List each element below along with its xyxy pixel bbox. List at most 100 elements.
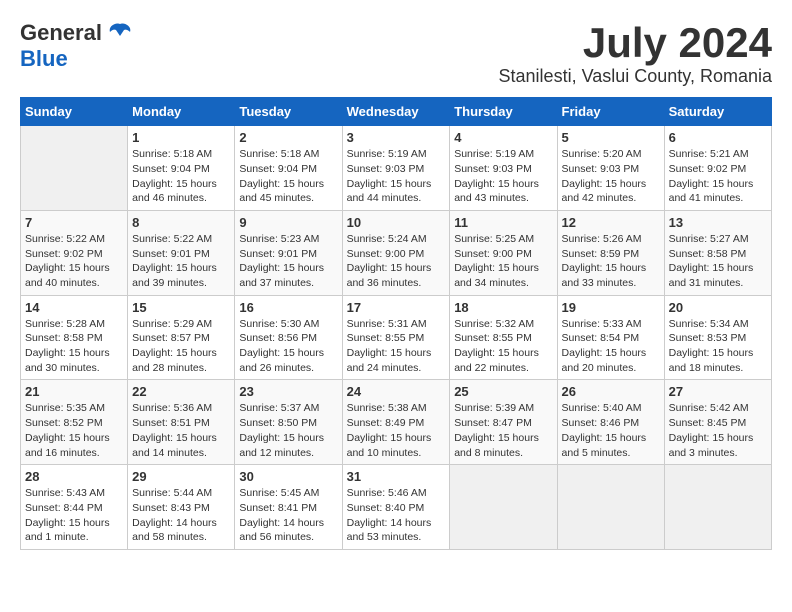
logo-general-text: General bbox=[20, 20, 102, 46]
calendar-cell: 6 Sunrise: 5:21 AM Sunset: 9:02 PM Daylig… bbox=[664, 126, 771, 211]
day-number: 22 bbox=[132, 384, 230, 399]
day-number: 14 bbox=[25, 300, 123, 315]
calendar-cell: 29 Sunrise: 5:44 AM Sunset: 8:43 PM Dayli… bbox=[128, 465, 235, 550]
calendar-cell: 11 Sunrise: 5:25 AM Sunset: 9:00 PM Dayli… bbox=[450, 210, 557, 295]
day-number: 9 bbox=[239, 215, 337, 230]
day-info: Sunrise: 5:35 AM Sunset: 8:52 PM Dayligh… bbox=[25, 401, 123, 460]
day-number: 4 bbox=[454, 130, 552, 145]
week-row-1: 7Sunrise: 5:22 AM Sunset: 9:02 PM Daylig… bbox=[21, 210, 772, 295]
day-number: 8 bbox=[132, 215, 230, 230]
calendar-cell: 5 Sunrise: 5:20 AM Sunset: 9:03 PM Daylig… bbox=[557, 126, 664, 211]
day-info: Sunrise: 5:18 AM Sunset: 9:04 PM Dayligh… bbox=[239, 147, 337, 206]
day-info: Sunrise: 5:33 AM Sunset: 8:54 PM Dayligh… bbox=[562, 317, 660, 376]
header-sunday: Sunday bbox=[21, 98, 128, 126]
header-thursday: Thursday bbox=[450, 98, 557, 126]
calendar-cell: 12 Sunrise: 5:26 AM Sunset: 8:59 PM Dayli… bbox=[557, 210, 664, 295]
day-info: Sunrise: 5:20 AM Sunset: 9:03 PM Dayligh… bbox=[562, 147, 660, 206]
logo-bird-icon bbox=[106, 22, 134, 44]
day-number: 2 bbox=[239, 130, 337, 145]
day-info: Sunrise: 5:23 AM Sunset: 9:01 PM Dayligh… bbox=[239, 232, 337, 291]
day-number: 1 bbox=[132, 130, 230, 145]
day-number: 27 bbox=[669, 384, 767, 399]
day-info: Sunrise: 5:36 AM Sunset: 8:51 PM Dayligh… bbox=[132, 401, 230, 460]
calendar-table: SundayMondayTuesdayWednesdayThursdayFrid… bbox=[20, 97, 772, 550]
day-number: 20 bbox=[669, 300, 767, 315]
week-row-0: 1 Sunrise: 5:18 AM Sunset: 9:04 PM Daylig… bbox=[21, 126, 772, 211]
week-row-4: 28Sunrise: 5:43 AM Sunset: 8:44 PM Dayli… bbox=[21, 465, 772, 550]
day-number: 5 bbox=[562, 130, 660, 145]
day-info: Sunrise: 5:25 AM Sunset: 9:00 PM Dayligh… bbox=[454, 232, 552, 291]
calendar-cell: 19 Sunrise: 5:33 AM Sunset: 8:54 PM Dayli… bbox=[557, 295, 664, 380]
day-number: 29 bbox=[132, 469, 230, 484]
calendar-cell: 3 Sunrise: 5:19 AM Sunset: 9:03 PM Daylig… bbox=[342, 126, 450, 211]
week-row-3: 21 Sunrise: 5:35 AM Sunset: 8:52 PM Dayli… bbox=[21, 380, 772, 465]
header-saturday: Saturday bbox=[664, 98, 771, 126]
day-number: 15 bbox=[132, 300, 230, 315]
header-wednesday: Wednesday bbox=[342, 98, 450, 126]
calendar-cell: 8 Sunrise: 5:22 AM Sunset: 9:01 PM Daylig… bbox=[128, 210, 235, 295]
calendar-cell: 15Sunrise: 5:29 AM Sunset: 8:57 PM Dayli… bbox=[128, 295, 235, 380]
calendar-cell: 27 Sunrise: 5:42 AM Sunset: 8:45 PM Dayli… bbox=[664, 380, 771, 465]
day-info: Sunrise: 5:38 AM Sunset: 8:49 PM Dayligh… bbox=[347, 401, 446, 460]
day-number: 24 bbox=[347, 384, 446, 399]
calendar-cell: 14 Sunrise: 5:28 AM Sunset: 8:58 PM Dayli… bbox=[21, 295, 128, 380]
day-number: 31 bbox=[347, 469, 446, 484]
calendar-cell bbox=[450, 465, 557, 550]
day-number: 10 bbox=[347, 215, 446, 230]
calendar-cell: 4 Sunrise: 5:19 AM Sunset: 9:03 PM Daylig… bbox=[450, 126, 557, 211]
day-number: 6 bbox=[669, 130, 767, 145]
day-info: Sunrise: 5:19 AM Sunset: 9:03 PM Dayligh… bbox=[454, 147, 552, 206]
day-info: Sunrise: 5:22 AM Sunset: 9:01 PM Dayligh… bbox=[132, 232, 230, 291]
day-number: 13 bbox=[669, 215, 767, 230]
calendar-cell: 31Sunrise: 5:46 AM Sunset: 8:40 PM Dayli… bbox=[342, 465, 450, 550]
location-subtitle: Stanilesti, Vaslui County, Romania bbox=[499, 66, 772, 87]
day-info: Sunrise: 5:26 AM Sunset: 8:59 PM Dayligh… bbox=[562, 232, 660, 291]
day-info: Sunrise: 5:30 AM Sunset: 8:56 PM Dayligh… bbox=[239, 317, 337, 376]
calendar-cell bbox=[664, 465, 771, 550]
day-number: 25 bbox=[454, 384, 552, 399]
calendar-cell: 13 Sunrise: 5:27 AM Sunset: 8:58 PM Dayli… bbox=[664, 210, 771, 295]
calendar-cell: 28Sunrise: 5:43 AM Sunset: 8:44 PM Dayli… bbox=[21, 465, 128, 550]
header-monday: Monday bbox=[128, 98, 235, 126]
day-info: Sunrise: 5:37 AM Sunset: 8:50 PM Dayligh… bbox=[239, 401, 337, 460]
day-number: 3 bbox=[347, 130, 446, 145]
calendar-cell: 10Sunrise: 5:24 AM Sunset: 9:00 PM Dayli… bbox=[342, 210, 450, 295]
day-info: Sunrise: 5:44 AM Sunset: 8:43 PM Dayligh… bbox=[132, 486, 230, 545]
day-info: Sunrise: 5:19 AM Sunset: 9:03 PM Dayligh… bbox=[347, 147, 446, 206]
day-info: Sunrise: 5:45 AM Sunset: 8:41 PM Dayligh… bbox=[239, 486, 337, 545]
day-info: Sunrise: 5:27 AM Sunset: 8:58 PM Dayligh… bbox=[669, 232, 767, 291]
calendar-cell: 2 Sunrise: 5:18 AM Sunset: 9:04 PM Daylig… bbox=[235, 126, 342, 211]
day-number: 28 bbox=[25, 469, 123, 484]
calendar-cell: 1 Sunrise: 5:18 AM Sunset: 9:04 PM Daylig… bbox=[128, 126, 235, 211]
day-info: Sunrise: 5:40 AM Sunset: 8:46 PM Dayligh… bbox=[562, 401, 660, 460]
calendar-cell: 20 Sunrise: 5:34 AM Sunset: 8:53 PM Dayli… bbox=[664, 295, 771, 380]
day-info: Sunrise: 5:28 AM Sunset: 8:58 PM Dayligh… bbox=[25, 317, 123, 376]
calendar-cell bbox=[21, 126, 128, 211]
day-number: 17 bbox=[347, 300, 446, 315]
calendar-cell: 21 Sunrise: 5:35 AM Sunset: 8:52 PM Dayli… bbox=[21, 380, 128, 465]
day-info: Sunrise: 5:34 AM Sunset: 8:53 PM Dayligh… bbox=[669, 317, 767, 376]
header-tuesday: Tuesday bbox=[235, 98, 342, 126]
header: General Blue July 2024 Stanilesti, Vaslu… bbox=[20, 20, 772, 87]
logo-blue-text: Blue bbox=[20, 46, 68, 71]
day-number: 26 bbox=[562, 384, 660, 399]
day-number: 19 bbox=[562, 300, 660, 315]
calendar-cell: 24 Sunrise: 5:38 AM Sunset: 8:49 PM Dayli… bbox=[342, 380, 450, 465]
calendar-cell: 17 Sunrise: 5:31 AM Sunset: 8:55 PM Dayli… bbox=[342, 295, 450, 380]
day-number: 12 bbox=[562, 215, 660, 230]
day-number: 21 bbox=[25, 384, 123, 399]
day-info: Sunrise: 5:18 AM Sunset: 9:04 PM Dayligh… bbox=[132, 147, 230, 206]
calendar-cell: 25Sunrise: 5:39 AM Sunset: 8:47 PM Dayli… bbox=[450, 380, 557, 465]
day-info: Sunrise: 5:31 AM Sunset: 8:55 PM Dayligh… bbox=[347, 317, 446, 376]
header-row: SundayMondayTuesdayWednesdayThursdayFrid… bbox=[21, 98, 772, 126]
day-number: 16 bbox=[239, 300, 337, 315]
day-info: Sunrise: 5:22 AM Sunset: 9:02 PM Dayligh… bbox=[25, 232, 123, 291]
day-info: Sunrise: 5:21 AM Sunset: 9:02 PM Dayligh… bbox=[669, 147, 767, 206]
calendar-cell: 30Sunrise: 5:45 AM Sunset: 8:41 PM Dayli… bbox=[235, 465, 342, 550]
calendar-cell bbox=[557, 465, 664, 550]
day-number: 11 bbox=[454, 215, 552, 230]
calendar-cell: 16 Sunrise: 5:30 AM Sunset: 8:56 PM Dayli… bbox=[235, 295, 342, 380]
week-row-2: 14 Sunrise: 5:28 AM Sunset: 8:58 PM Dayli… bbox=[21, 295, 772, 380]
day-number: 18 bbox=[454, 300, 552, 315]
day-info: Sunrise: 5:42 AM Sunset: 8:45 PM Dayligh… bbox=[669, 401, 767, 460]
